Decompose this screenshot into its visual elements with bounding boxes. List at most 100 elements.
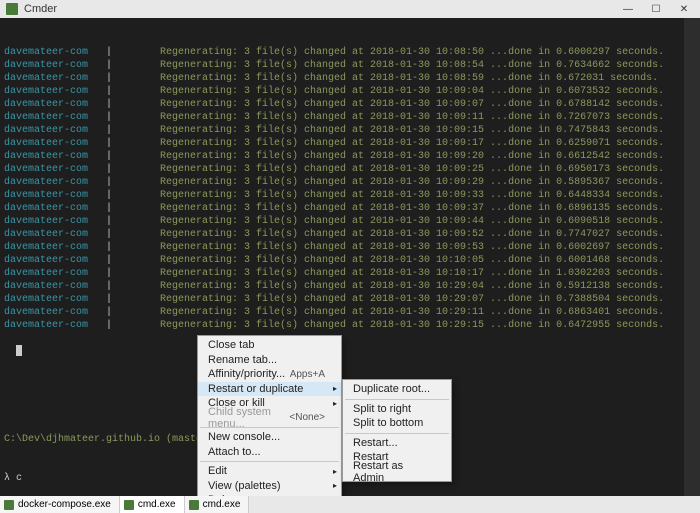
log-message: Regenerating: 3 file(s) changed at 2018-… [124, 228, 696, 241]
menu-item-label: Split to bottom [353, 417, 435, 429]
submenu-item-duplicate-root[interactable]: Duplicate root... [343, 382, 451, 397]
maximize-button[interactable]: ☐ [642, 0, 670, 18]
log-message: Regenerating: 3 file(s) changed at 2018-… [124, 215, 696, 228]
menu-item-new-console[interactable]: New console... [198, 430, 341, 445]
chevron-right-icon: ▸ [333, 399, 337, 408]
terminal-icon [124, 500, 134, 510]
terminal-icon [189, 500, 199, 510]
log-line: davemateer-com | Regenerating: 3 file(s)… [4, 241, 696, 254]
menu-item-label: Edit [208, 465, 325, 477]
context-submenu-restart: Duplicate root... Split to right Split to … [342, 379, 452, 482]
log-message: Regenerating: 3 file(s) changed at 2018-… [124, 59, 696, 72]
log-host: davemateer-com [4, 85, 94, 98]
log-host: davemateer-com [4, 189, 94, 202]
log-message: Regenerating: 3 file(s) changed at 2018-… [124, 202, 696, 215]
submenu-item-restart-as-admin[interactable]: Restart as Admin [343, 465, 451, 480]
log-message: Regenerating: 3 file(s) changed at 2018-… [124, 176, 696, 189]
log-line: davemateer-com | Regenerating: 3 file(s)… [4, 293, 696, 306]
log-line: davemateer-com | Regenerating: 3 file(s)… [4, 254, 696, 267]
log-line: davemateer-com | Regenerating: 3 file(s)… [4, 98, 696, 111]
log-pane: davemateer-com | Regenerating: 3 file(s)… [4, 46, 696, 332]
log-host: davemateer-com [4, 176, 94, 189]
log-host: davemateer-com [4, 111, 94, 124]
menu-item-label: Restart... [353, 437, 435, 449]
submenu-item-split-to-bottom[interactable]: Split to bottom [343, 416, 451, 431]
menu-item-label: Rename tab... [208, 354, 325, 366]
menu-item-view-palettes[interactable]: View (palettes) ▸ [198, 479, 341, 494]
menu-item-label: Affinity/priority... [208, 368, 290, 380]
scrollbar[interactable] [684, 18, 700, 496]
log-message: Regenerating: 3 file(s) changed at 2018-… [124, 124, 696, 137]
menu-item-label: Close tab [208, 339, 325, 351]
chevron-right-icon: ▸ [333, 467, 337, 476]
menu-item-label: Restart or duplicate [208, 383, 325, 395]
menu-item-hint: <None> [289, 412, 325, 423]
log-line: davemateer-com | Regenerating: 3 file(s)… [4, 280, 696, 293]
menu-item-close-tab[interactable]: Close tab [198, 338, 341, 353]
terminal-icon [4, 500, 14, 510]
log-host: davemateer-com [4, 46, 94, 59]
menu-item-edit[interactable]: Edit ▸ [198, 464, 341, 479]
log-host: davemateer-com [4, 254, 94, 267]
log-message: Regenerating: 3 file(s) changed at 2018-… [124, 267, 696, 280]
menu-separator [345, 399, 449, 400]
minimize-button[interactable]: — [614, 0, 642, 18]
log-message: Regenerating: 3 file(s) changed at 2018-… [124, 150, 696, 163]
menu-item-rename-tab[interactable]: Rename tab... [198, 353, 341, 368]
log-line: davemateer-com | Regenerating: 3 file(s)… [4, 72, 696, 85]
menu-item-label: View (palettes) [208, 480, 325, 492]
submenu-item-restart[interactable]: Restart... [343, 436, 451, 451]
log-message: Regenerating: 3 file(s) changed at 2018-… [124, 189, 696, 202]
menu-separator [200, 461, 339, 462]
log-message: Regenerating: 3 file(s) changed at 2018-… [124, 319, 696, 332]
submenu-item-split-to-right[interactable]: Split to right [343, 402, 451, 417]
tab-cmd-exe[interactable]: cmd.exe [120, 496, 185, 513]
log-line: davemateer-com | Regenerating: 3 file(s)… [4, 124, 696, 137]
chevron-right-icon: ▸ [333, 384, 337, 393]
log-line: davemateer-com | Regenerating: 3 file(s)… [4, 189, 696, 202]
tab-docker-compose-exe[interactable]: docker-compose.exe [0, 496, 120, 513]
close-button[interactable]: ✕ [670, 0, 698, 18]
log-line: davemateer-com | Regenerating: 3 file(s)… [4, 85, 696, 98]
log-message: Regenerating: 3 file(s) changed at 2018-… [124, 254, 696, 267]
chevron-right-icon: ▸ [333, 481, 337, 490]
log-line: davemateer-com | Regenerating: 3 file(s)… [4, 111, 696, 124]
log-line: davemateer-com | Regenerating: 3 file(s)… [4, 319, 696, 332]
log-host: davemateer-com [4, 215, 94, 228]
tab-label: docker-compose.exe [18, 499, 111, 510]
log-host: davemateer-com [4, 72, 94, 85]
log-message: Regenerating: 3 file(s) changed at 2018-… [124, 137, 696, 150]
window-title: Cmder [24, 3, 614, 15]
menu-item-label: Attach to... [208, 446, 325, 458]
log-line: davemateer-com | Regenerating: 3 file(s)… [4, 59, 696, 72]
log-line: davemateer-com | Regenerating: 3 file(s)… [4, 46, 696, 59]
menu-item-attach-to[interactable]: Attach to... [198, 445, 341, 460]
log-message: Regenerating: 3 file(s) changed at 2018-… [124, 72, 696, 85]
log-host: davemateer-com [4, 241, 94, 254]
tab-label: cmd.exe [138, 499, 176, 510]
log-host: davemateer-com [4, 124, 94, 137]
menu-item-affinity-priority[interactable]: Affinity/priority...Apps+A [198, 367, 341, 382]
menu-item-hint: Apps+A [290, 369, 325, 380]
menu-item-label: Child system menu... [208, 406, 289, 430]
log-host: davemateer-com [4, 280, 94, 293]
log-message: Regenerating: 3 file(s) changed at 2018-… [124, 241, 696, 254]
log-line: davemateer-com | Regenerating: 3 file(s)… [4, 306, 696, 319]
titlebar-buttons: — ☐ ✕ [614, 0, 698, 18]
menu-item-child-system-menu: Child system menu...<None> [198, 411, 341, 426]
log-host: davemateer-com [4, 150, 94, 163]
menu-item-restart-or-duplicate[interactable]: Restart or duplicate ▸ [198, 382, 341, 397]
app-icon [6, 3, 18, 15]
context-menu: Close tabRename tab...Affinity/priority.… [197, 335, 342, 511]
cursor [16, 345, 22, 356]
log-host: davemateer-com [4, 137, 94, 150]
log-line: davemateer-com | Regenerating: 3 file(s)… [4, 215, 696, 228]
menu-item-label: Split to right [353, 403, 435, 415]
log-host: davemateer-com [4, 319, 94, 332]
menu-item-label: Restart as Admin [353, 460, 435, 484]
log-message: Regenerating: 3 file(s) changed at 2018-… [124, 85, 696, 98]
log-message: Regenerating: 3 file(s) changed at 2018-… [124, 163, 696, 176]
log-line: davemateer-com | Regenerating: 3 file(s)… [4, 228, 696, 241]
tab-cmd-exe[interactable]: cmd.exe [185, 496, 250, 513]
log-host: davemateer-com [4, 59, 94, 72]
